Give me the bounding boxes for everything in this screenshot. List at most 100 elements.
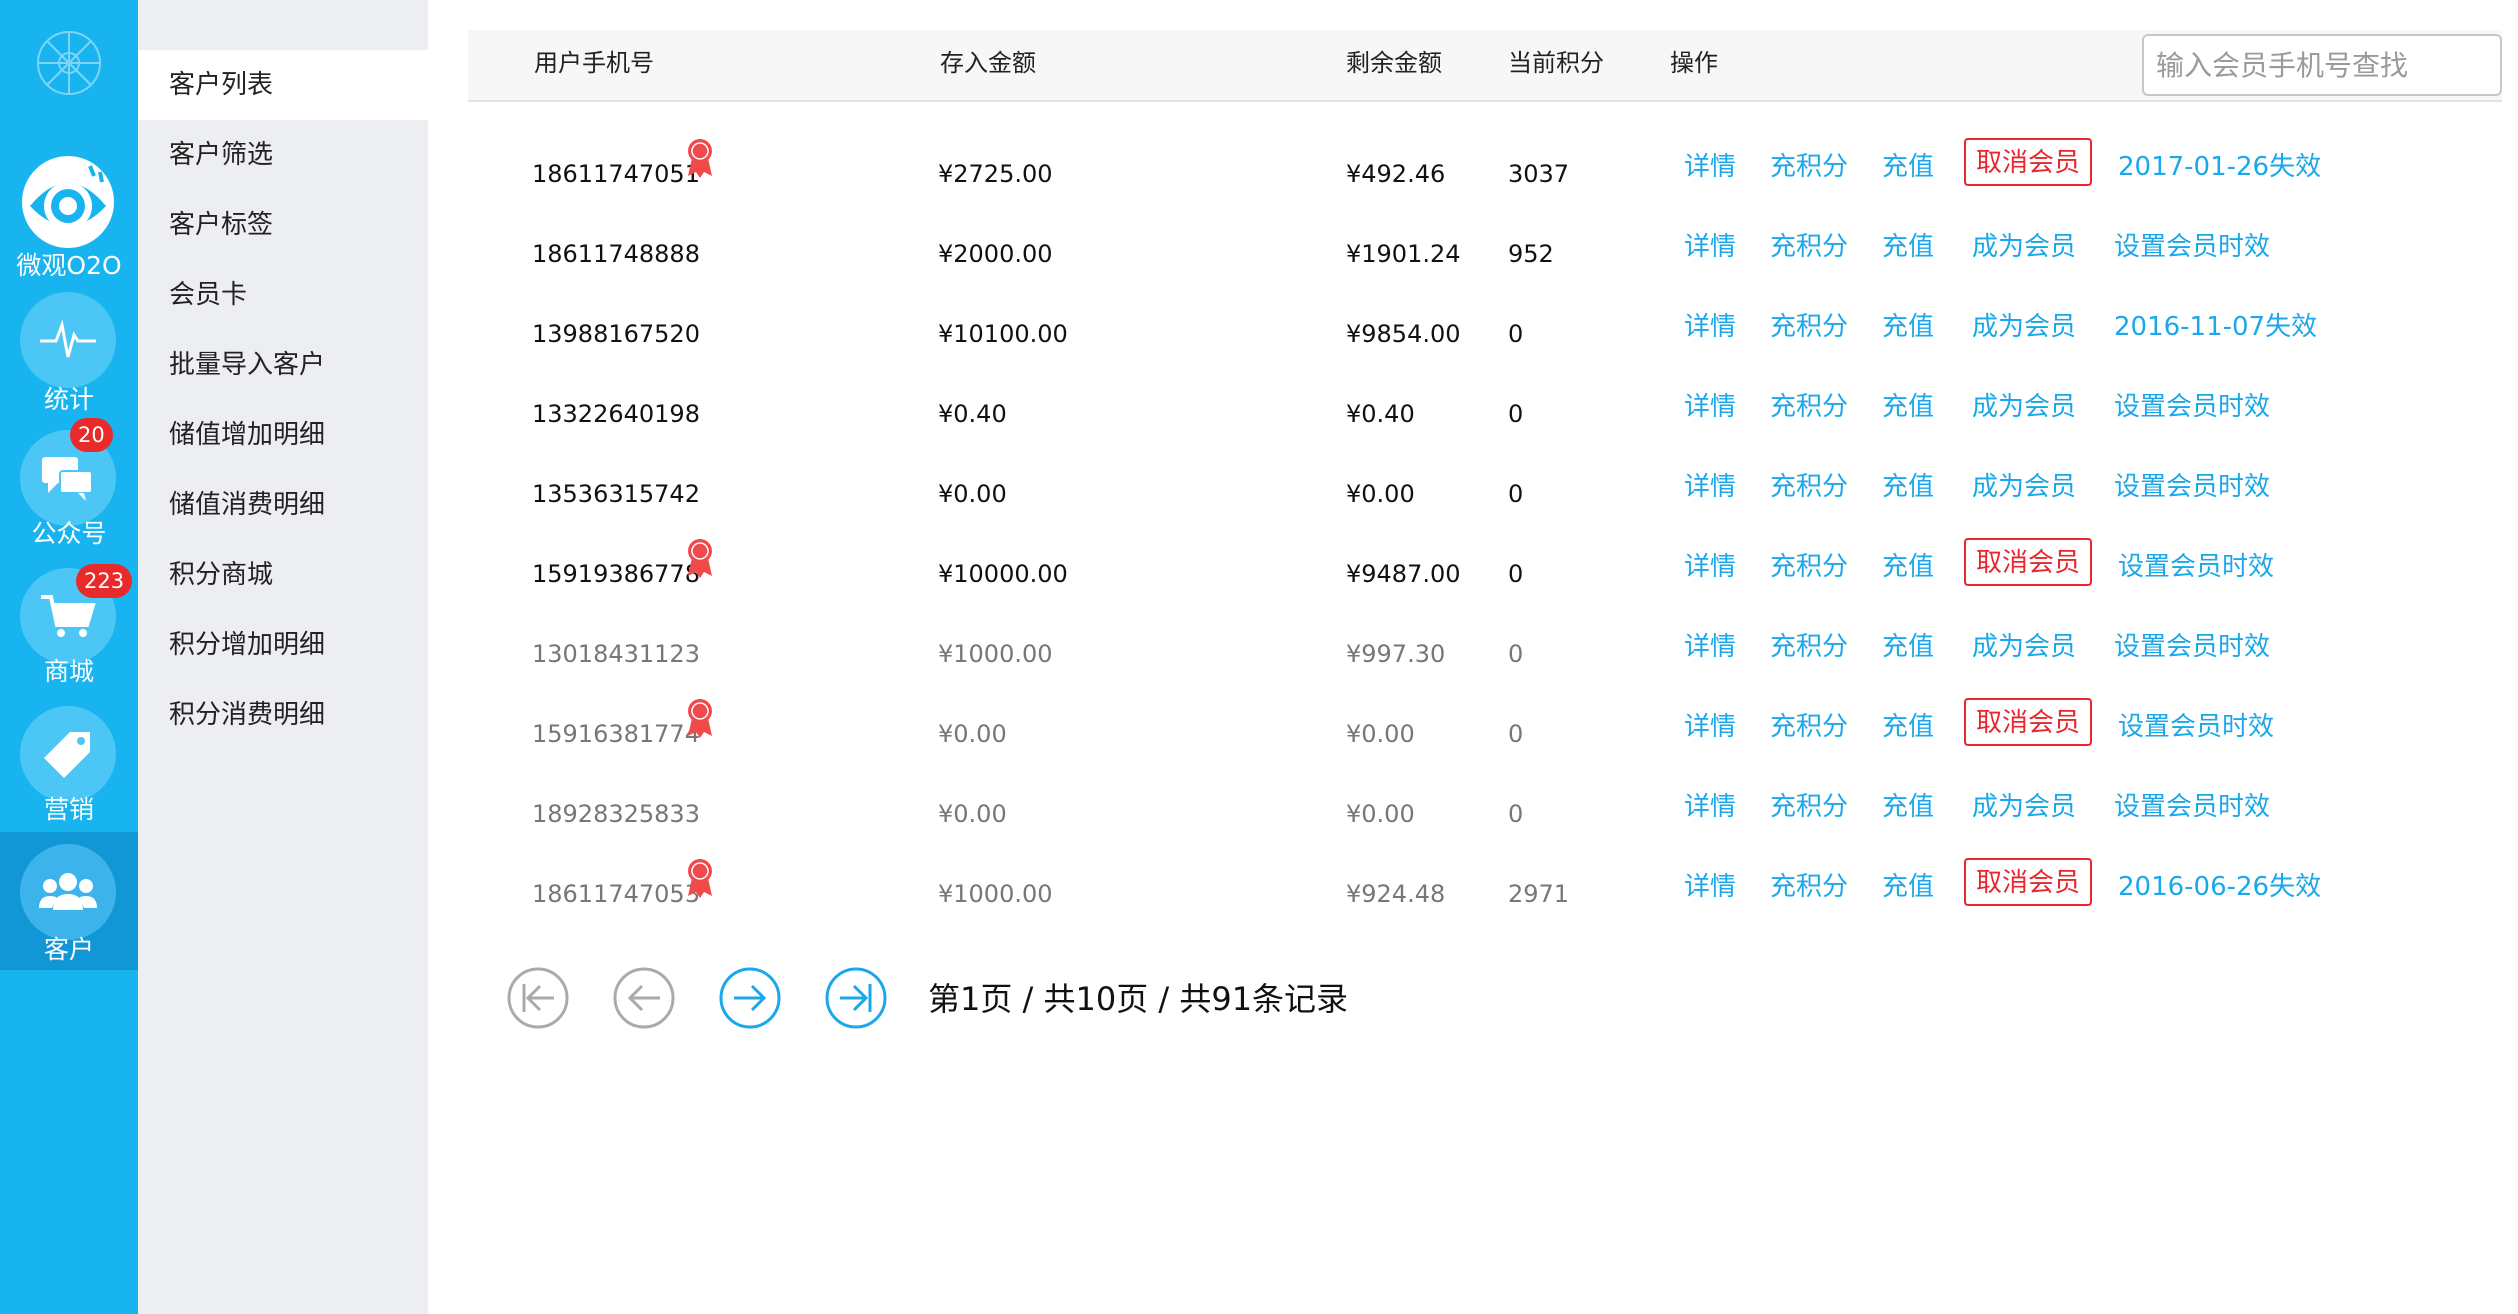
submenu-points-increase[interactable]: 积分增加明细 [138,610,428,680]
recharge-link[interactable]: 充值 [1882,786,1934,823]
pulse-icon [20,292,116,388]
prev-page-button[interactable] [612,966,676,1030]
deposit-cell: ¥10100.00 [938,320,1068,348]
add-points-link[interactable]: 充积分 [1770,386,1848,423]
deposit-cell: ¥1000.00 [938,880,1053,908]
table-row: 18928325833 ¥0.00 ¥0.00 0 详情 充积分 充值 成为会员 设置会员时效 [468,764,2502,844]
membership-expiry-link[interactable]: 设置会员时效 [2118,546,2274,583]
eye-icon [20,154,116,250]
phone-cell: 18928325833 [532,800,700,828]
member-medal-icon [688,699,712,738]
add-points-link[interactable]: 充积分 [1770,706,1848,743]
member-medal-icon [688,539,712,578]
recharge-link[interactable]: 充值 [1882,546,1934,583]
submenu-customer-tags[interactable]: 客户标签 [138,190,428,260]
phone-cell: 15919386778 [532,560,700,588]
remaining-cell: ¥924.48 [1346,880,1446,908]
membership-expiry-link[interactable]: 2017-01-26失效 [2118,146,2321,183]
phone-cell: 13988167520 [532,320,700,348]
membership-expiry-link[interactable]: 设置会员时效 [2114,466,2270,503]
membership-expiry-link[interactable]: 设置会员时效 [2114,626,2270,663]
submenu-customer-filter[interactable]: 客户筛选 [138,120,428,190]
remaining-cell: ¥0.00 [1346,720,1415,748]
member-medal-icon [688,859,712,898]
submenu-batch-import[interactable]: 批量导入客户 [138,330,428,400]
add-points-link[interactable]: 充积分 [1770,786,1848,823]
cancel-membership-button[interactable]: 取消会员 [1964,858,2092,906]
membership-expiry-link[interactable]: 设置会员时效 [2114,226,2270,263]
phone-cell: 13018431123 [532,640,700,668]
become-member-link[interactable]: 成为会员 [1972,226,2076,263]
users-icon [20,844,116,940]
add-points-link[interactable]: 充积分 [1770,466,1848,503]
submenu-deposit-consume[interactable]: 储值消费明细 [138,470,428,540]
points-cell: 0 [1508,720,1524,748]
detail-link[interactable]: 详情 [1684,866,1736,903]
add-points-link[interactable]: 充积分 [1770,626,1848,663]
deposit-cell: ¥2725.00 [938,160,1053,188]
table-row: 13018431123 ¥1000.00 ¥997.30 0 详情 充积分 充值 成为会员 设置… [468,604,2502,684]
next-page-button[interactable] [718,966,782,1030]
detail-link[interactable]: 详情 [1684,466,1736,503]
add-points-link[interactable]: 充积分 [1770,146,1848,183]
membership-expiry-link[interactable]: 设置会员时效 [2114,386,2270,423]
points-cell: 0 [1508,480,1524,508]
last-page-button[interactable] [824,966,888,1030]
add-points-link[interactable]: 充积分 [1770,866,1848,903]
cancel-membership-button[interactable]: 取消会员 [1964,138,2092,186]
points-cell: 2971 [1508,880,1570,908]
add-points-link[interactable]: 充积分 [1770,546,1848,583]
recharge-link[interactable]: 充值 [1882,306,1934,343]
points-cell: 0 [1508,560,1524,588]
add-points-link[interactable]: 充积分 [1770,306,1848,343]
submenu-deposit-increase[interactable]: 储值增加明细 [138,400,428,470]
submenu-member-card[interactable]: 会员卡 [138,260,428,330]
submenu-points-consume[interactable]: 积分消费明细 [138,680,428,750]
submenu-points-mall[interactable]: 积分商城 [138,540,428,610]
become-member-link[interactable]: 成为会员 [1972,626,2076,663]
table-row: 18611747053 ¥1000.00 ¥924.48 2971 详情 充积分 充值 取消会… [468,844,2502,924]
detail-link[interactable]: 详情 [1684,786,1736,823]
recharge-link[interactable]: 充值 [1882,626,1934,663]
detail-link[interactable]: 详情 [1684,706,1736,743]
nav-customers[interactable]: 客户 [0,832,138,970]
cancel-membership-button[interactable]: 取消会员 [1964,538,2092,586]
membership-expiry-link[interactable]: 2016-06-26失效 [2118,866,2321,903]
become-member-link[interactable]: 成为会员 [1972,386,2076,423]
remaining-cell: ¥997.30 [1346,640,1446,668]
detail-link[interactable]: 详情 [1684,546,1736,583]
become-member-link[interactable]: 成为会员 [1972,306,2076,343]
detail-link[interactable]: 详情 [1684,306,1736,343]
nav-label: 商城 [43,657,94,686]
tag-icon [20,706,116,802]
become-member-link[interactable]: 成为会员 [1972,786,2076,823]
submenu-customer-list[interactable]: 客户列表 [138,50,428,120]
nav-weiguan[interactable]: 微观O2O [0,142,138,280]
phone-cell: 18611748888 [532,240,700,268]
recharge-link[interactable]: 充值 [1882,226,1934,263]
become-member-link[interactable]: 成为会员 [1972,466,2076,503]
recharge-link[interactable]: 充值 [1882,866,1934,903]
add-points-link[interactable]: 充积分 [1770,226,1848,263]
first-page-button[interactable] [506,966,570,1030]
detail-link[interactable]: 详情 [1684,386,1736,423]
search-input[interactable] [2142,34,2502,96]
cancel-membership-button[interactable]: 取消会员 [1964,698,2092,746]
membership-expiry-link[interactable]: 2016-11-07失效 [2114,306,2317,343]
detail-link[interactable]: 详情 [1684,626,1736,663]
column-header-ops: 操作 [1670,49,1718,77]
membership-expiry-link[interactable]: 设置会员时效 [2114,786,2270,823]
nav-wechat[interactable]: 20 公众号 [0,418,138,556]
recharge-link[interactable]: 充值 [1882,386,1934,423]
recharge-link[interactable]: 充值 [1882,706,1934,743]
remaining-cell: ¥0.40 [1346,400,1415,428]
detail-link[interactable]: 详情 [1684,226,1736,263]
recharge-link[interactable]: 充值 [1882,466,1934,503]
nav-mall[interactable]: 223 商城 [0,556,138,694]
nav-marketing[interactable]: 营销 [0,694,138,832]
deposit-cell: ¥0.00 [938,800,1007,828]
detail-link[interactable]: 详情 [1684,146,1736,183]
membership-expiry-link[interactable]: 设置会员时效 [2118,706,2274,743]
nav-stats[interactable]: 统计 [0,280,138,418]
recharge-link[interactable]: 充值 [1882,146,1934,183]
